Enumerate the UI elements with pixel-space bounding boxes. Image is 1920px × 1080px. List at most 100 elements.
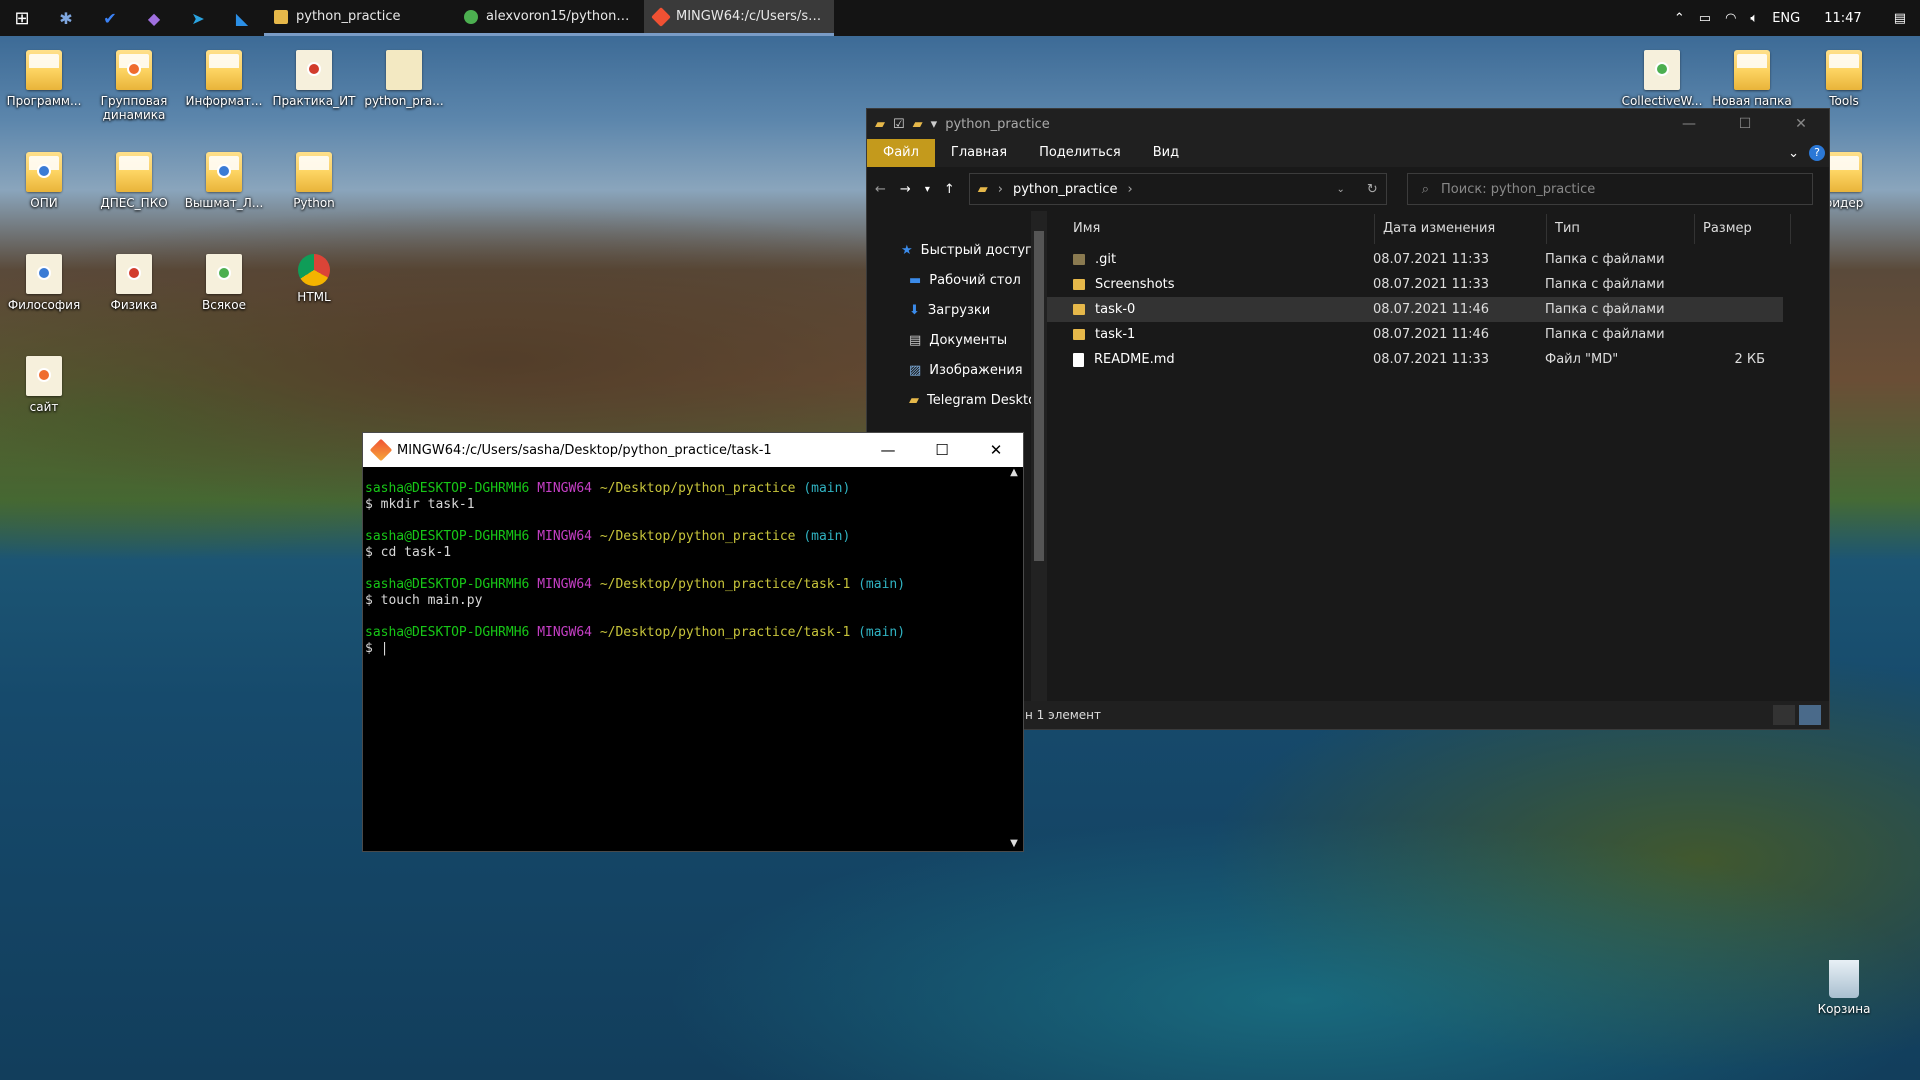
desktop-icon-label: ОПИ [30,196,58,210]
chevron-down-icon[interactable]: ▼ [1005,838,1023,849]
nav-desktop[interactable]: ▬Рабочий стол📌︎ [867,265,1047,295]
file-row[interactable]: Screenshots 08.07.2021 11:33 Папка с файла… [1047,272,1783,297]
start-button[interactable]: ⊞ [0,0,44,36]
folder-icon [274,9,288,24]
column-name[interactable]: Имя [1065,214,1375,244]
desktop-icon[interactable]: Физика [90,250,178,312]
maximize-button[interactable]: ☐ [915,441,969,459]
vscode-icon[interactable]: ◣ [220,0,264,36]
column-size[interactable]: Размер [1695,214,1791,244]
recycle-bin[interactable]: Корзина [1806,960,1882,1016]
refresh-icon[interactable]: ↻ [1367,182,1378,197]
chevron-up-icon[interactable]: ▲ [1005,467,1023,478]
language-indicator[interactable]: ENG [1772,11,1800,26]
prompt-line: sasha@DESKTOP-DGHRMH6 MINGW64 ~/Desktop/… [365,481,1023,497]
desktop-icon[interactable]: сайт [0,352,88,414]
terminal-output[interactable]: sasha@DESKTOP-DGHRMH6 MINGW64 ~/Desktop/… [363,467,1023,657]
chevron-up-icon[interactable]: ⌃ [1674,11,1685,26]
help-icon[interactable]: ? [1809,145,1825,161]
address-path[interactable]: python_practice [1013,182,1118,197]
desktop-icon[interactable]: Групповая динамика [90,46,178,122]
chevron-down-icon[interactable]: ⌄ [1788,146,1799,161]
todo-icon[interactable]: ✔ [88,0,132,36]
desktop-icon[interactable]: Всякое [180,250,268,312]
tab-file[interactable]: Файл [867,139,935,167]
file-row[interactable]: task-0 08.07.2021 11:46 Папка с файлами [1047,297,1783,322]
taskbar-chrome[interactable]: alexvoron15/python_p... [454,0,644,36]
minimize-button[interactable]: — [1661,116,1717,132]
explorer-titlebar[interactable]: ▰ ☑ ▰ ▾ python_practice — ☐ ✕ [867,109,1829,139]
back-arrow-icon[interactable]: ← [875,182,886,197]
clock[interactable]: 11:47 [1824,11,1861,26]
nav-scrollbar[interactable] [1031,211,1047,701]
file-name: task-1 [1095,327,1136,342]
terminal-titlebar[interactable]: MINGW64:/c/Users/sasha/Desktop/python_pr… [363,433,1023,467]
file-date: 08.07.2021 11:46 [1373,302,1490,317]
desktop-icon[interactable]: Программ... [0,46,88,108]
desktop-icon[interactable]: Практика_ИТ [270,46,358,108]
search-box[interactable]: ⌕ Поиск: python_practice [1406,173,1813,205]
telegram-icon[interactable]: ➤ [176,0,220,36]
close-button[interactable]: ✕ [1773,116,1829,132]
prompt-branch: (main) [803,529,851,544]
new-folder-icon[interactable]: ▰ [913,117,923,132]
gear-app-icon[interactable]: ✱ [44,0,88,36]
file-row[interactable]: README.md 08.07.2021 11:33 Файл "MD" 2 КБ [1047,347,1783,372]
desktop-icon[interactable]: CollectiveW... [1618,46,1706,108]
nav-pictures[interactable]: ▨Изображения📌︎ [867,355,1047,385]
desktop-icon[interactable]: Новая папка [1708,46,1796,108]
address-bar[interactable]: ▰ › python_practice › ⌄ ↻ [968,173,1387,205]
file-row[interactable]: .git 08.07.2021 11:33 Папка с файлами [1047,247,1783,272]
desktop-icon[interactable]: ДПЕС_ПКО [90,148,178,210]
desktop-icon-label: python_pra... [364,94,444,108]
nav-downloads[interactable]: ⬇Загрузки📌︎ [867,295,1047,325]
terminal-scrollbar[interactable]: ▲ ▼ [1005,467,1023,851]
visual-studio-icon[interactable]: ◆ [132,0,176,36]
notifications-icon[interactable]: ▤ [1894,11,1906,26]
volume-icon[interactable]: 🔈︎ [1750,11,1758,26]
shortcut-icon [26,254,62,294]
git-icon [369,438,393,462]
taskbar-explorer[interactable]: python_practice [264,0,454,36]
tab-share[interactable]: Поделиться [1023,139,1137,167]
taskbar-git-bash[interactable]: MINGW64:/c/Users/sa... [644,0,834,36]
tab-home[interactable]: Главная [935,139,1023,167]
desktop-icon[interactable]: HTML [270,250,358,304]
forward-arrow-icon[interactable]: → [900,182,911,197]
desktop-icon[interactable]: Tools [1800,46,1888,108]
chevron-down-icon[interactable]: ▾ [931,117,938,132]
properties-icon[interactable]: ☑ [893,117,905,132]
window-title: python_practice [945,116,1050,132]
status-text: н 1 элемент [1025,708,1102,722]
chevron-down-icon[interactable]: ⌄ [1336,184,1344,195]
up-arrow-icon[interactable]: ↑ [944,182,955,197]
command-input-line[interactable]: $ | [365,641,1023,657]
desktop-icon[interactable]: python_pra... [360,46,448,108]
battery-icon[interactable]: ▭ [1699,11,1711,26]
file-row[interactable]: task-1 08.07.2021 11:46 Папка с файлами [1047,322,1783,347]
desktop-icon[interactable]: Вышмат_Л... [180,148,268,210]
folder-icon [1073,279,1085,290]
close-button[interactable]: ✕ [969,441,1023,459]
file-date: 08.07.2021 11:33 [1373,352,1490,367]
desktop-icon[interactable]: ОПИ [0,148,88,210]
desktop-icon-label: Групповая динамика [100,94,168,122]
column-date[interactable]: Дата изменения [1375,214,1547,244]
folder-icon [26,152,62,192]
nav-documents[interactable]: ▤Документы📌︎ [867,325,1047,355]
nav-telegram[interactable]: ▰ Telegram Deskto [867,385,1047,415]
desktop-icon[interactable]: Философия [0,250,88,312]
details-view-button[interactable] [1773,705,1795,725]
desktop-icon[interactable]: Информат... [180,46,268,108]
column-type[interactable]: Тип [1547,214,1695,244]
wifi-icon[interactable]: ◠ [1725,11,1736,26]
ribbon: Файл Главная Поделиться Вид ⌄ ? [867,139,1829,167]
desktop-icon[interactable]: Python [270,148,358,210]
nav-quick-access[interactable]: ★ Быстрый доступ [867,235,1047,265]
chevron-down-icon[interactable]: ▾ [925,184,930,195]
tiles-view-button[interactable] [1799,705,1821,725]
maximize-button[interactable]: ☐ [1717,116,1773,132]
scroll-thumb[interactable] [1034,231,1044,561]
minimize-button[interactable]: — [861,441,915,459]
tab-view[interactable]: Вид [1137,139,1195,167]
